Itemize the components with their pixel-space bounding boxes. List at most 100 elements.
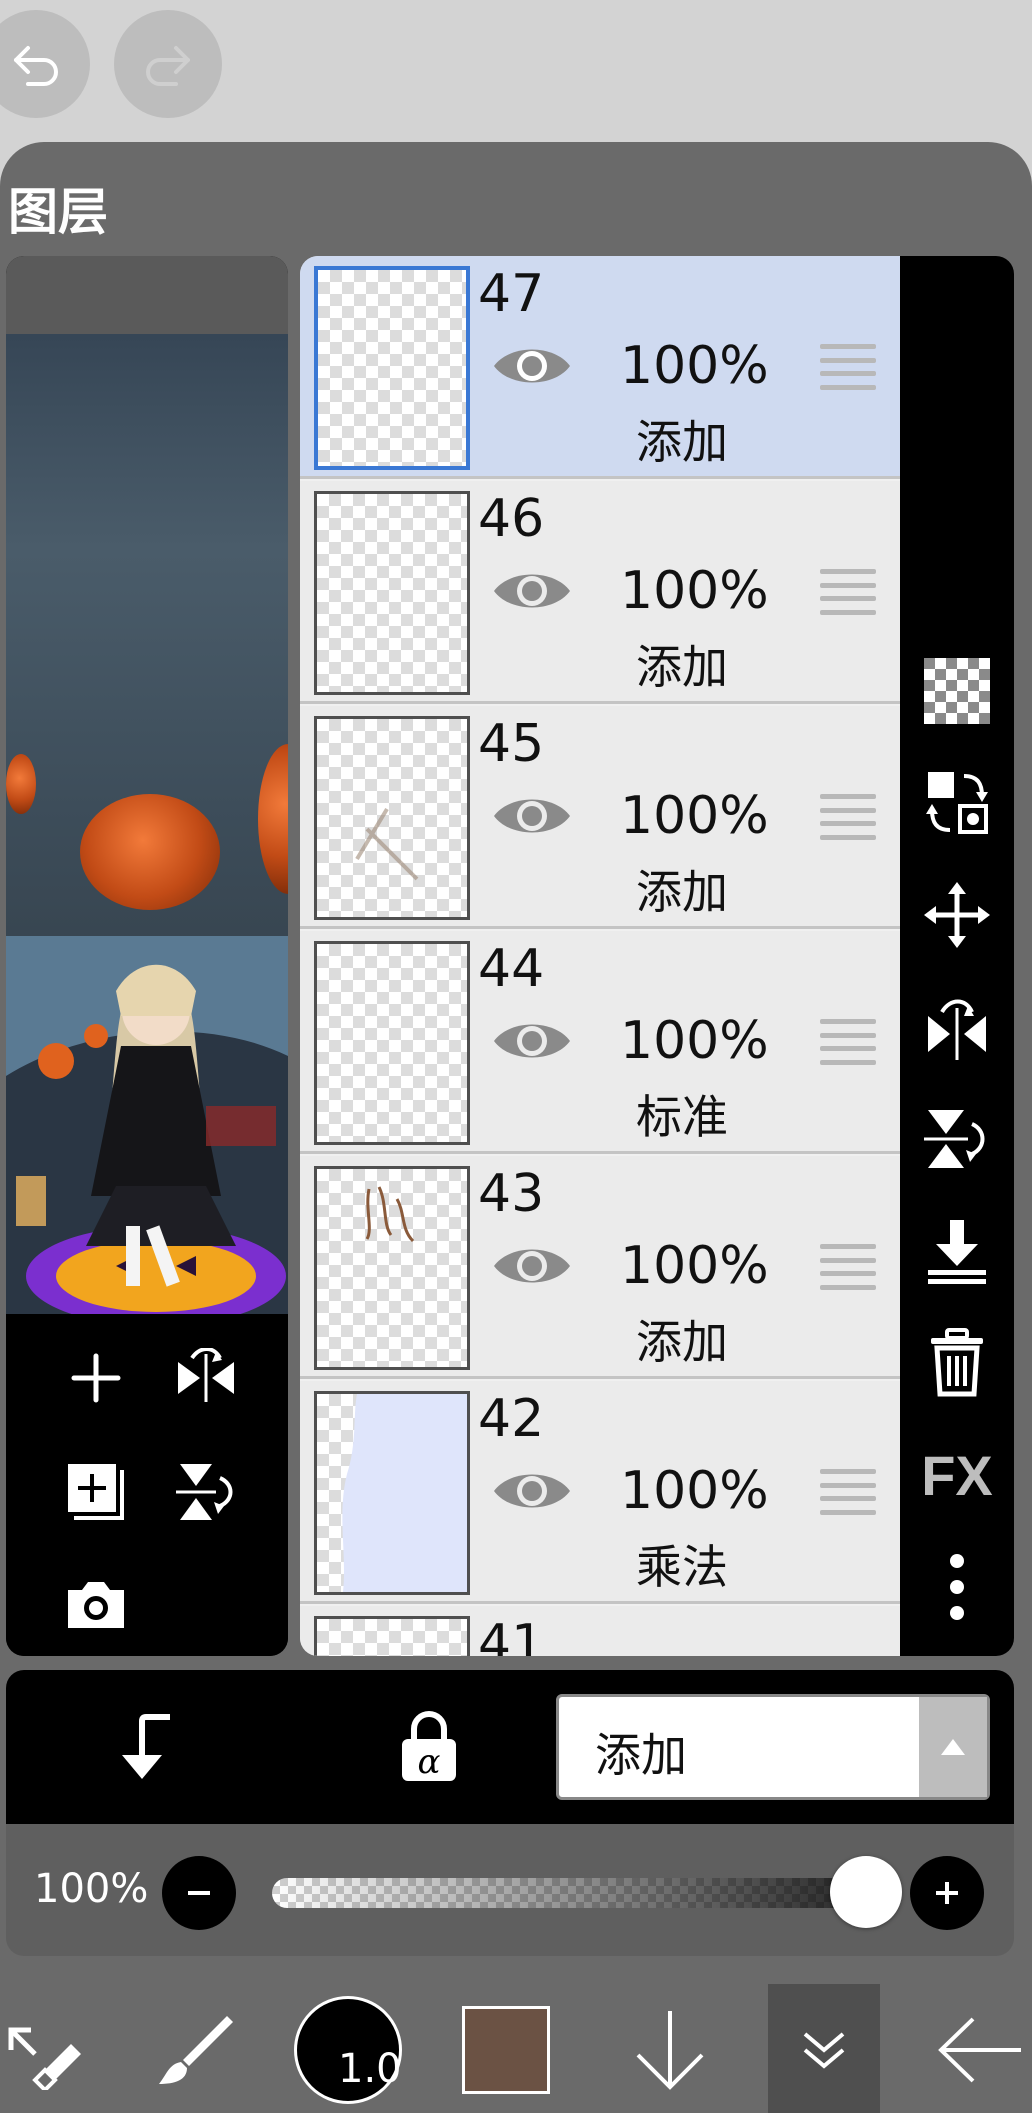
- layer-content-sketch: [355, 807, 419, 881]
- eye-icon[interactable]: [492, 342, 572, 390]
- checkerboard-icon: [924, 658, 990, 724]
- pumpkin-decoration: [258, 744, 288, 894]
- layer-number: 43: [478, 1164, 545, 1224]
- camera-icon: [68, 1582, 124, 1628]
- arrow-down-icon: [636, 2011, 704, 2090]
- layer-thumbnail[interactable]: [314, 716, 470, 920]
- download-button[interactable]: [620, 1990, 720, 2110]
- plus-icon: [71, 1353, 121, 1403]
- layer-panel-toggle-button[interactable]: [768, 1984, 880, 2113]
- drag-handle-icon[interactable]: [820, 1469, 876, 1515]
- layer-thumbnail[interactable]: [314, 266, 470, 470]
- panel-title: 图层: [8, 183, 108, 241]
- layer-opacity: 100%: [620, 786, 769, 846]
- pumpkin-decoration: [6, 754, 36, 814]
- eye-icon[interactable]: [492, 567, 572, 615]
- artwork-thumbnail[interactable]: [6, 936, 288, 1314]
- drag-handle-icon[interactable]: [820, 569, 876, 615]
- layer-number: 47: [478, 264, 545, 324]
- more-options-button[interactable]: [900, 1542, 1014, 1632]
- artwork-illustration: [6, 936, 288, 1314]
- minus-icon: [188, 1891, 210, 1895]
- add-layer-button[interactable]: [46, 1328, 146, 1428]
- layer-number: 42: [478, 1389, 545, 1449]
- layer-blend-mode: 添加: [636, 865, 728, 919]
- swap-icon: [926, 772, 988, 834]
- delete-layer-button[interactable]: [900, 1318, 1014, 1408]
- layer-side-toolbar: FX: [900, 256, 1014, 1656]
- eye-icon[interactable]: [492, 1467, 572, 1515]
- blend-mode-select[interactable]: 添加: [556, 1694, 990, 1800]
- flip-horizontal-layer-button[interactable]: [156, 1328, 256, 1428]
- pumpkin-decoration: [80, 794, 220, 910]
- drag-handle-icon[interactable]: [820, 344, 876, 390]
- blend-mode-value: 添加: [595, 1728, 687, 1782]
- layer-row-47[interactable]: 47 100% 添加: [300, 256, 900, 479]
- color-swatch-button[interactable]: [462, 2006, 550, 2094]
- drag-handle-icon[interactable]: [820, 1019, 876, 1065]
- flip-vertical-icon: [176, 1464, 233, 1520]
- svg-text:α: α: [418, 1742, 441, 1782]
- more-vertical-icon: [950, 1554, 964, 1620]
- arrow-left-icon: [938, 2017, 1021, 2083]
- layer-opacity: 100%: [620, 561, 769, 621]
- layer-row-42[interactable]: 42 100% 乘法: [300, 1381, 900, 1604]
- opacity-value: 100%: [34, 1866, 149, 1912]
- back-button[interactable]: [930, 1990, 1030, 2110]
- alpha-lock-icon: α: [402, 1711, 456, 1782]
- flip-horizontal-icon: [178, 1348, 234, 1402]
- merge-down-icon: [928, 1220, 986, 1284]
- opacity-decrease-button[interactable]: [162, 1856, 236, 1930]
- layer-number: 46: [478, 489, 545, 549]
- eye-icon[interactable]: [492, 792, 572, 840]
- layer-thumbnail[interactable]: [314, 1391, 470, 1595]
- preview-header: [6, 256, 288, 334]
- drag-handle-icon[interactable]: [820, 1244, 876, 1290]
- brush-size-value: 1.0: [338, 2046, 402, 2092]
- brush-tool-button[interactable]: [150, 1990, 240, 2110]
- layer-number: 45: [478, 714, 545, 774]
- layer-thumbnail[interactable]: [314, 491, 470, 695]
- layer-opacity: 100%: [620, 1236, 769, 1296]
- opacity-slider-knob[interactable]: [830, 1856, 902, 1928]
- canvas-preview: [6, 256, 288, 1656]
- clipping-button[interactable]: [106, 1706, 186, 1786]
- opacity-increase-button[interactable]: [910, 1856, 984, 1930]
- redo-button[interactable]: [114, 10, 222, 118]
- transform-tool-button[interactable]: [0, 1990, 90, 2110]
- flip-vertical-layer-button[interactable]: [156, 1442, 256, 1542]
- layer-row-41[interactable]: 41: [300, 1606, 900, 1656]
- move-layer-button[interactable]: [900, 870, 1014, 960]
- layer-tools-grid: [6, 1314, 288, 1656]
- drag-handle-icon[interactable]: [820, 794, 876, 840]
- opacity-slider-track[interactable]: [272, 1878, 864, 1908]
- layer-thumbnail[interactable]: [314, 941, 470, 1145]
- duplicate-layer-button[interactable]: [46, 1442, 146, 1542]
- layer-opacity: 100%: [620, 336, 769, 396]
- transparency-button[interactable]: [900, 646, 1014, 736]
- layer-thumbnail[interactable]: [314, 1166, 470, 1370]
- transform-eraser-icon: [8, 2027, 81, 2090]
- flip-vertical-button[interactable]: [900, 1094, 1014, 1184]
- layer-number: 44: [478, 939, 545, 999]
- swap-layer-button[interactable]: [900, 758, 1014, 848]
- layer-row-44[interactable]: 44 100% 标准: [300, 931, 900, 1154]
- layer-thumbnail[interactable]: [314, 1616, 470, 1656]
- clip-arrow-icon: [122, 1714, 170, 1779]
- flip-horizontal-button[interactable]: [900, 982, 1014, 1072]
- import-photo-button[interactable]: [46, 1554, 146, 1654]
- brush-icon: [159, 2016, 233, 2084]
- layer-blend-mode: 添加: [636, 640, 728, 694]
- layer-blend-mode: 添加: [636, 415, 728, 469]
- layer-row-43[interactable]: 43 100% 添加: [300, 1156, 900, 1379]
- eye-icon[interactable]: [492, 1017, 572, 1065]
- fx-label: FX: [921, 1443, 993, 1507]
- layer-row-46[interactable]: 46 100% 添加: [300, 481, 900, 704]
- merge-down-button[interactable]: [900, 1206, 1014, 1296]
- fx-button[interactable]: FX: [900, 1430, 1014, 1520]
- eye-icon[interactable]: [492, 1242, 572, 1290]
- layer-list[interactable]: 47 100% 添加 46 100% 添加 45 100% 添加 44 100%…: [300, 256, 900, 1656]
- dropdown-arrow-icon[interactable]: [919, 1697, 987, 1797]
- alpha-lock-button[interactable]: α: [384, 1702, 474, 1792]
- layer-row-45[interactable]: 45 100% 添加: [300, 706, 900, 929]
